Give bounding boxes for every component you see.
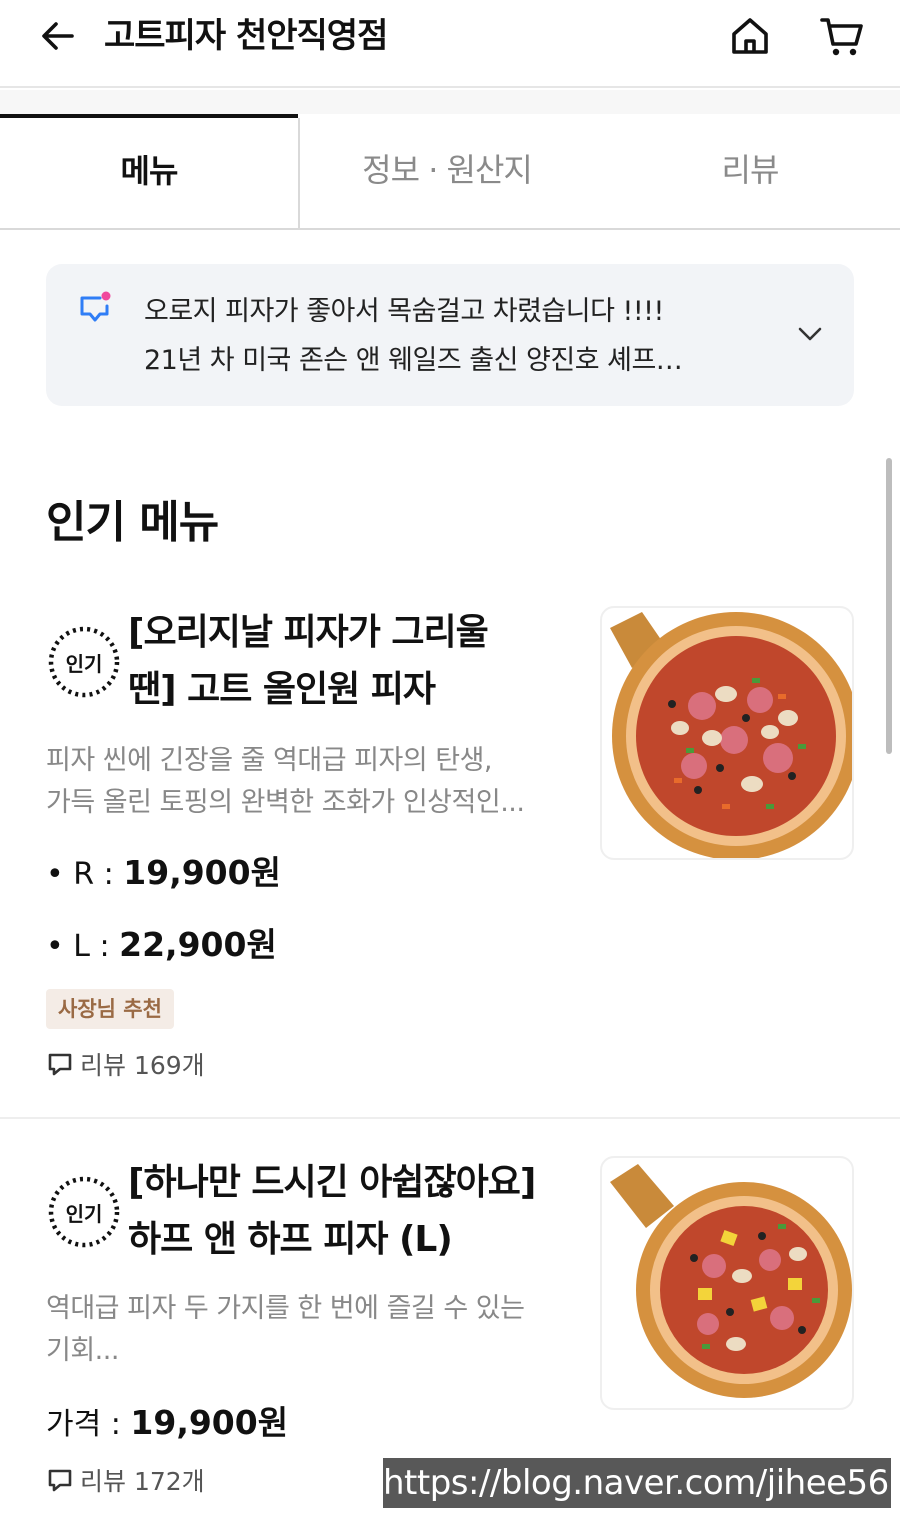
notice-chat-icon (80, 291, 111, 322)
item-description-line1: 역대급 피자 두 가지를 한 번에 즐길 수 있는 (46, 1293, 525, 1324)
review-count-label: 리뷰 169개 (80, 1051, 205, 1080)
notice-text-line1: 오로지 피자가 좋아서 목숨걸고 차렸습니다 !!!! (144, 296, 664, 327)
tab-info-origin[interactable]: 정보 · 원산지 (300, 114, 594, 228)
arrow-left-icon (42, 22, 74, 50)
item-name-line2: 하프 앤 하프 피자 (L) (128, 1219, 453, 1260)
item-photo[interactable] (600, 606, 854, 860)
price-label: 가격 : (46, 1407, 131, 1442)
price-value: 19,900원 (123, 853, 281, 892)
item-name-line1: [하나만 드시긴 아쉽잖아요] (128, 1162, 536, 1203)
popular-badge-label: 인기 (65, 1202, 103, 1226)
back-button[interactable] (30, 10, 86, 62)
price-label: • L : (46, 929, 120, 964)
blog-watermark: https://blog.naver.com/jihee563 (383, 1458, 900, 1508)
item-description-line1: 피자 씬에 긴장을 줄 역대급 피자의 탄생, (46, 745, 493, 776)
popular-badge-label: 인기 (65, 652, 103, 676)
section-title-popular: 인기 메뉴 (46, 497, 219, 548)
price-value: 22,900원 (119, 925, 277, 964)
owner-recommend-tag: 사장님 추천 (46, 989, 174, 1029)
cart-icon (820, 18, 863, 56)
store-title: 고트피자 천안직영점 (104, 16, 388, 56)
store-tabs: 메뉴 정보 · 원산지 리뷰 (0, 114, 900, 230)
item-divider (0, 1117, 900, 1119)
review-bubble-icon (48, 1469, 72, 1492)
pizza-image (610, 1164, 852, 1398)
store-notice[interactable]: 오로지 피자가 좋아서 목숨걸고 차렸습니다 !!!! 21년 차 미국 존슨 … (46, 264, 854, 406)
cart-button[interactable] (812, 8, 872, 64)
chevron-down-icon[interactable] (794, 318, 826, 350)
review-bubble-icon (48, 1053, 72, 1076)
item-description-line2: 기회... (46, 1335, 119, 1366)
home-icon (732, 18, 768, 54)
price-row: • R : 19,900원 (46, 846, 281, 894)
review-count[interactable]: 리뷰 169개 (46, 1046, 205, 1082)
tab-menu[interactable]: 메뉴 (0, 114, 298, 228)
price-row: 가격 : 19,900원 (46, 1396, 288, 1444)
pizza-image (610, 612, 852, 858)
item-photo[interactable] (600, 1156, 854, 1410)
item-description-line2: 가득 올린 토핑의 완벽한 조화가 인상적인... (46, 787, 525, 818)
notice-text-line2: 21년 차 미국 존슨 앤 웨일즈 출신 양진호 셰프… (144, 345, 683, 376)
menu-item[interactable]: 인기 [오리지날 피자가 그리울 땐] 고트 올인원 피자 피자 씬에 긴장을 … (0, 600, 900, 1115)
review-count[interactable]: 리뷰 172개 (46, 1462, 205, 1498)
item-name-line2: 땐] 고트 올인원 피자 (128, 669, 436, 710)
item-name-line1: [오리지날 피자가 그리울 (128, 612, 489, 653)
price-value: 19,900원 (130, 1403, 289, 1442)
tab-reviews[interactable]: 리뷰 (600, 114, 900, 228)
price-label: • R : (46, 857, 124, 892)
top-app-bar: 고트피자 천안직영점 (0, 0, 900, 88)
review-count-label: 리뷰 172개 (80, 1467, 205, 1496)
home-button[interactable] (722, 8, 778, 64)
header-spacer (0, 90, 900, 114)
price-row: 가격 : • L : 22,900원 (46, 918, 277, 966)
